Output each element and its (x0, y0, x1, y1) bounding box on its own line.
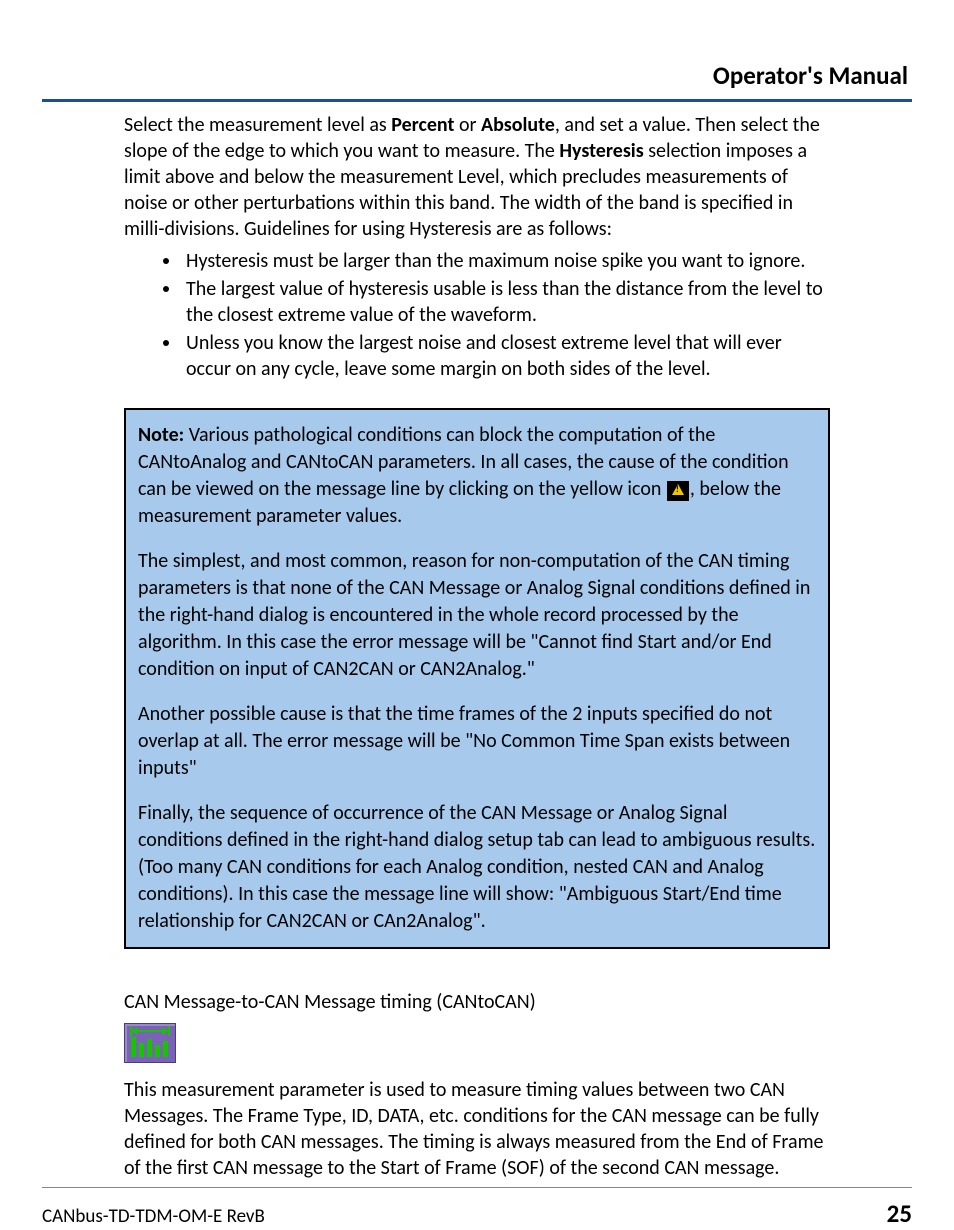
manual-title: Operator's Manual (42, 60, 912, 93)
page-header: Operator's Manual (42, 60, 912, 112)
warning-icon (667, 481, 689, 501)
section-heading-cantocan: CAN Message-to-CAN Message timing (CANto… (124, 989, 830, 1015)
bold-text: Absolute (481, 113, 555, 137)
note-paragraph-3: Another possible cause is that the time … (138, 701, 816, 782)
page-body: Select the measurement level as Percent … (42, 112, 912, 1187)
bold-text: Hysteresis (559, 139, 643, 163)
page-footer: CANbus-TD-TDM-OM-E RevB 25 (42, 1187, 912, 1230)
document-page: Operator's Manual Select the measurement… (0, 0, 954, 1145)
note-paragraph-2: The simplest, and most common, reason fo… (138, 548, 816, 683)
header-rule (42, 99, 912, 102)
bold-text: Percent (391, 113, 454, 137)
note-label: Note: (138, 423, 184, 447)
list-item: Hysteresis must be larger than the maxim… (182, 248, 830, 274)
note-box: Note: Various pathological conditions ca… (124, 408, 830, 949)
note-paragraph-4: Finally, the sequence of occurrence of t… (138, 800, 816, 935)
intro-paragraph: Select the measurement level as Percent … (124, 112, 830, 242)
note-paragraph-1: Note: Various pathological conditions ca… (138, 422, 816, 530)
cantocan-description: This measurement parameter is used to me… (124, 1077, 830, 1181)
text: or (454, 113, 481, 137)
footer-doc-id: CANbus-TD-TDM-OM-E RevB (42, 1205, 265, 1230)
text: Select the measurement level as (124, 113, 391, 137)
footer-page-number: 25 (887, 1198, 912, 1230)
guidelines-list: Hysteresis must be larger than the maxim… (124, 248, 830, 382)
cantocan-icon (124, 1023, 176, 1063)
list-item: Unless you know the largest noise and cl… (182, 330, 830, 382)
list-item: The largest value of hysteresis usable i… (182, 276, 830, 328)
